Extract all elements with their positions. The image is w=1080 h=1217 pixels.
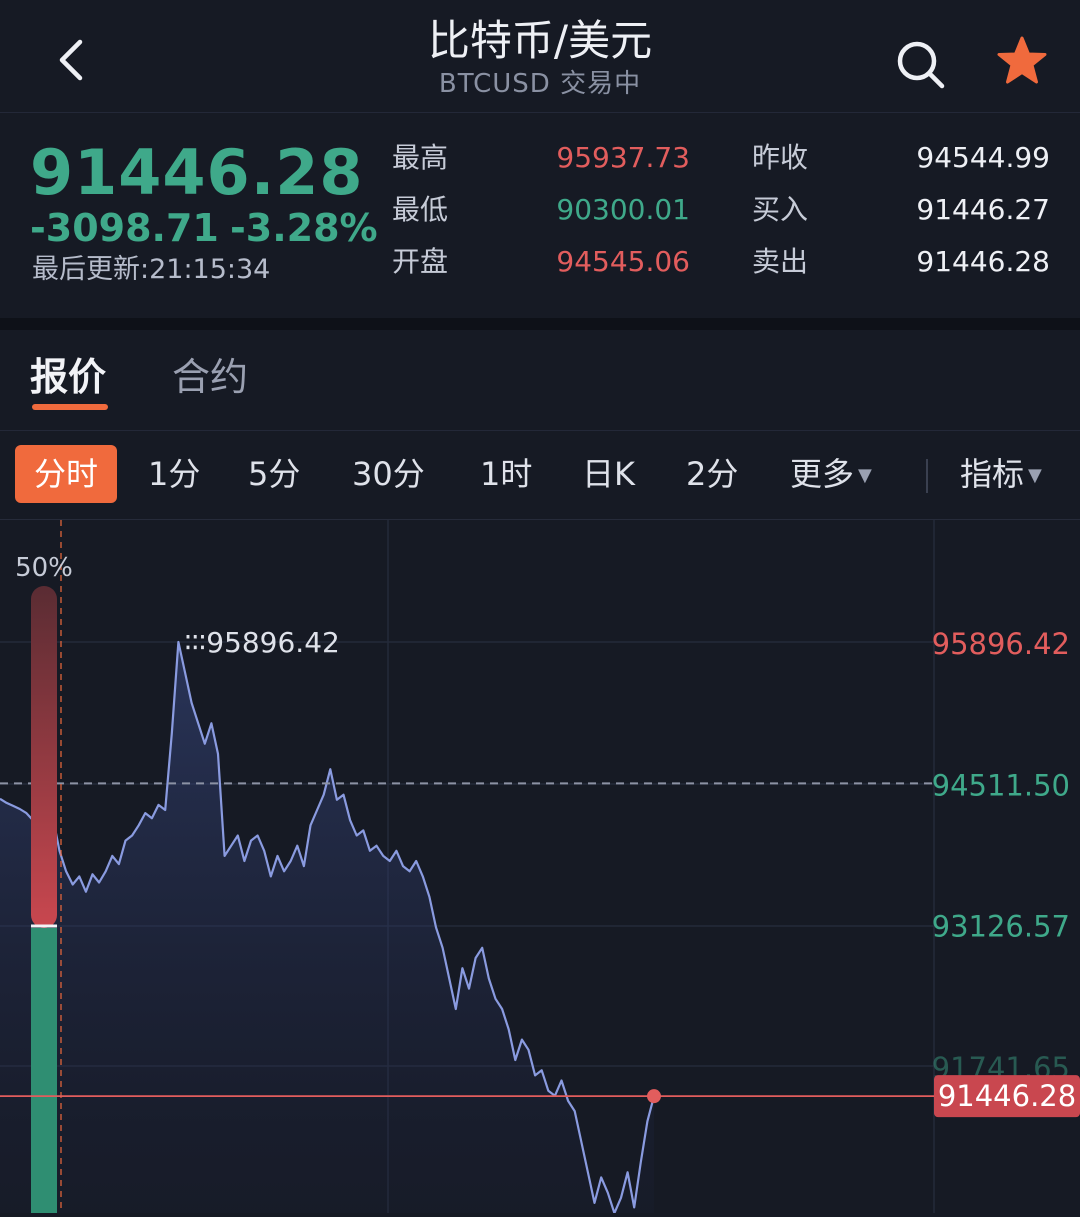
period-divider (926, 459, 928, 493)
tab-quote[interactable]: 报价 (30, 352, 106, 402)
period-1hour[interactable]: 1时 (480, 445, 532, 503)
period-daily[interactable]: 日K (582, 445, 635, 503)
period-30min[interactable]: 30分 (352, 445, 425, 503)
period-5min[interactable]: 5分 (248, 445, 300, 503)
last-price: 91446.28 (30, 136, 364, 209)
y-axis-label: 93126.57 (932, 910, 1070, 944)
favorite-button[interactable] (994, 34, 1050, 90)
price-area (0, 642, 654, 1214)
current-price-label: 91446.28 (938, 1079, 1076, 1113)
ask-label: 卖出 (752, 245, 809, 278)
period-2min[interactable]: 2分 (686, 445, 738, 503)
quote-panel: 91446.28 -3098.71 -3.28% 最后更新:21:15:34 最… (0, 113, 1080, 318)
indicator-label: 指标 (960, 455, 1025, 493)
tab-active-indicator (32, 404, 108, 410)
bid-value: 91446.27 (916, 193, 1050, 226)
high-label: 最高 (392, 141, 449, 174)
header: 比特币/美元 BTCUSD 交易中 (0, 0, 1080, 113)
indicator-dropdown[interactable]: 指标 ▼ (960, 445, 1042, 503)
ask-value: 91446.28 (916, 245, 1050, 278)
open-value: 94545.06 (556, 245, 690, 278)
period-intraday[interactable]: 分时 (15, 445, 117, 503)
price-chart[interactable]: 50%∶∶∶95896.4290356.73∶∶∶95896.4294511.5… (0, 520, 1080, 1215)
tab-contract[interactable]: 合约 (172, 352, 248, 402)
price-change: -3098.71 (30, 206, 219, 250)
period-more-label: 更多 (790, 455, 855, 493)
current-price-dot (647, 1089, 661, 1104)
period-1min[interactable]: 1分 (148, 445, 200, 503)
ratio-bar-down (31, 928, 57, 1213)
bid-label: 买入 (752, 193, 809, 226)
section-separator (0, 318, 1080, 330)
period-more-dropdown[interactable]: 更多 ▼ (790, 445, 872, 503)
low-value: 90300.01 (556, 193, 690, 226)
y-axis-label: 95896.42 (932, 627, 1070, 661)
high-annotation: ∶∶∶95896.42 (184, 626, 339, 659)
caret-down-icon: ▼ (1028, 465, 1042, 486)
prev-close-value: 94544.99 (916, 141, 1050, 174)
price-change-percent: -3.28% (230, 206, 378, 250)
caret-down-icon: ▼ (858, 465, 872, 486)
high-value: 95937.73 (556, 141, 690, 174)
ratio-bar-up (31, 586, 57, 928)
open-label: 开盘 (392, 245, 449, 278)
last-updated: 最后更新:21:15:34 (32, 254, 271, 285)
search-icon (897, 41, 945, 89)
search-button[interactable] (892, 36, 948, 92)
low-label: 最低 (392, 193, 449, 226)
period-selector: 分时 1分 5分 30分 1时 日K 2分 更多 ▼ 指标 ▼ (0, 431, 1080, 520)
tab-bar: 报价 合约 (0, 330, 1080, 431)
chart-svg: 50%∶∶∶95896.4290356.73∶∶∶95896.4294511.5… (0, 520, 1080, 1215)
star-icon (997, 36, 1047, 84)
prev-close-label: 昨收 (752, 141, 809, 174)
y-axis-label: 94511.50 (932, 768, 1070, 802)
ratio-label: 50% (15, 553, 73, 583)
